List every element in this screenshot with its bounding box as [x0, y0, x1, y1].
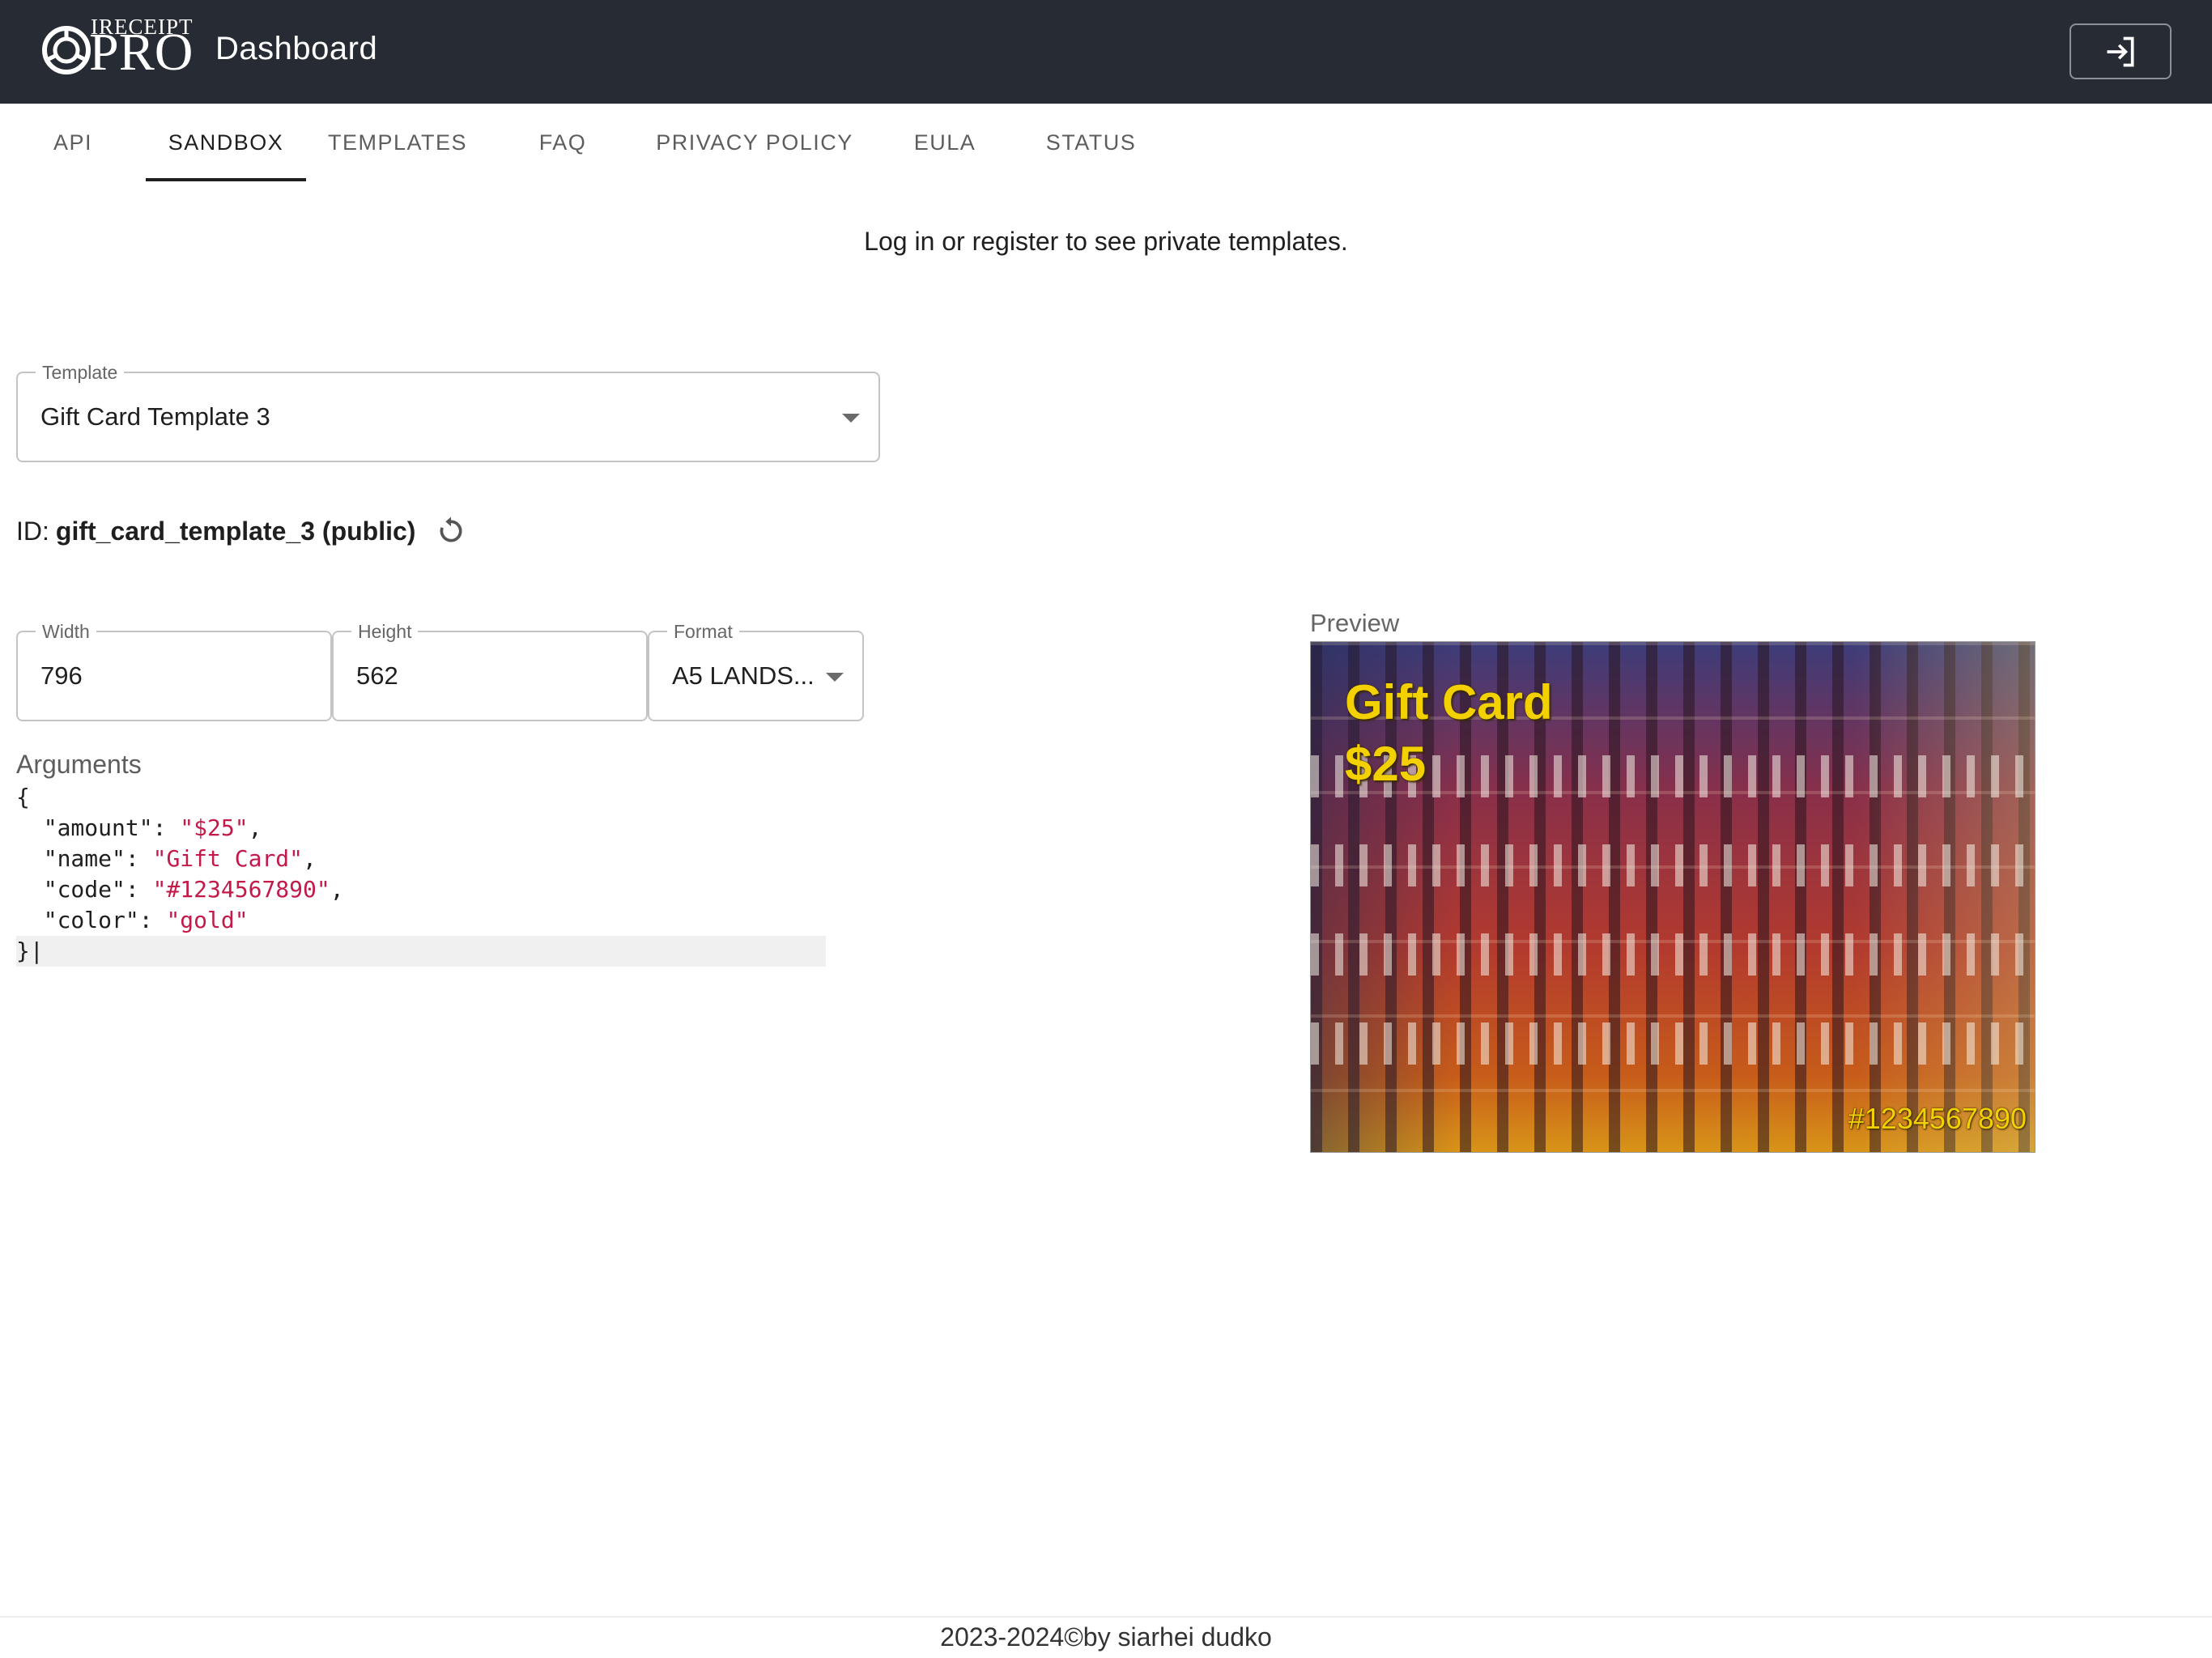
ireceipt-pro-logo[interactable]: IRECEIPT PRO — [40, 15, 194, 89]
code-key: "name" — [43, 845, 125, 872]
page-title: Dashboard — [215, 31, 378, 66]
logo-big-text: PRO — [89, 23, 194, 82]
code-line: "name": "Gift Card", — [43, 845, 317, 872]
app-bar: IRECEIPT PRO Dashboard — [0, 0, 2212, 104]
active-tab-indicator — [146, 178, 306, 181]
code-line: "color": "gold" — [43, 907, 249, 933]
code-value: "Gift Card" — [152, 845, 304, 872]
template-id: gift_card_template_3 (public) — [55, 516, 416, 546]
footer-divider — [0, 1616, 2212, 1618]
id-prefix: ID: — [16, 516, 49, 546]
template-id-row: ID: gift_card_template_3 (public) — [16, 515, 467, 547]
code-brace-open: { — [16, 784, 30, 810]
arguments-editor[interactable]: { "amount": "$25", "name": "Gift Card", … — [16, 782, 826, 967]
code-line-active: }| — [16, 936, 826, 967]
height-field[interactable]: Height 562 — [332, 621, 648, 721]
preview-shelf — [1311, 933, 2035, 976]
code-sep: , — [248, 814, 262, 841]
code-line: "code": "#1234567890", — [43, 876, 344, 903]
login-icon — [2107, 36, 2134, 66]
code-sep: , — [330, 876, 344, 903]
code-brace-close: } — [16, 937, 30, 964]
code-key: "code" — [43, 876, 125, 903]
preview-label: Preview — [1310, 609, 1400, 637]
logo-icon — [42, 26, 91, 74]
gift-card-amount: $25 — [1345, 737, 1427, 791]
template-select[interactable]: Template Gift Card Template 3 — [16, 362, 880, 462]
width-value: 796 — [40, 661, 83, 690]
code-line: "amount": "$25", — [43, 814, 262, 841]
footer-copyright: 2023-2024©by siarhei dudko — [940, 1622, 1272, 1652]
preview-shelf — [1311, 1022, 2035, 1065]
template-select-value: Gift Card Template 3 — [40, 402, 270, 431]
tab-status[interactable]: STATUS — [1028, 104, 1154, 181]
gift-card-title: Gift Card — [1345, 675, 1553, 729]
code-key: "amount" — [43, 814, 153, 841]
code-key: "color" — [43, 907, 139, 933]
login-button[interactable] — [2069, 23, 2172, 79]
code-value: "$25" — [180, 814, 249, 841]
tab-eula[interactable]: EULA — [899, 104, 991, 181]
tab-faq[interactable]: FAQ — [518, 104, 607, 181]
arguments-label: Arguments — [16, 750, 142, 779]
login-notice: Log in or register to see private templa… — [864, 227, 1348, 256]
gift-card-preview: Gift Card $25 #1234567890 — [1310, 641, 2035, 1153]
tab-privacy-policy[interactable]: PRIVACY POLICY — [648, 104, 861, 181]
tab-api[interactable]: API — [32, 104, 113, 181]
format-value: A5 LANDS... — [672, 661, 815, 690]
width-field[interactable]: Width 796 — [16, 621, 332, 721]
refresh-icon[interactable] — [435, 515, 467, 547]
code-value: "#1234567890" — [152, 876, 330, 903]
format-select[interactable]: Format A5 LANDS... — [648, 621, 864, 721]
nav-tabs: API SANDBOX TEMPLATES FAQ PRIVACY POLICY… — [0, 104, 2212, 181]
tab-sandbox[interactable]: SANDBOX — [146, 104, 306, 181]
chevron-down-icon — [826, 673, 844, 682]
code-sep: , — [303, 845, 317, 872]
preview-shelf — [1311, 844, 2035, 886]
chevron-down-icon — [842, 414, 860, 423]
tab-templates[interactable]: TEMPLATES — [322, 104, 473, 181]
code-line: { — [16, 782, 826, 813]
height-value: 562 — [356, 661, 398, 690]
code-value: "gold" — [166, 907, 249, 933]
gift-card-code: #1234567890 — [1848, 1102, 2027, 1135]
